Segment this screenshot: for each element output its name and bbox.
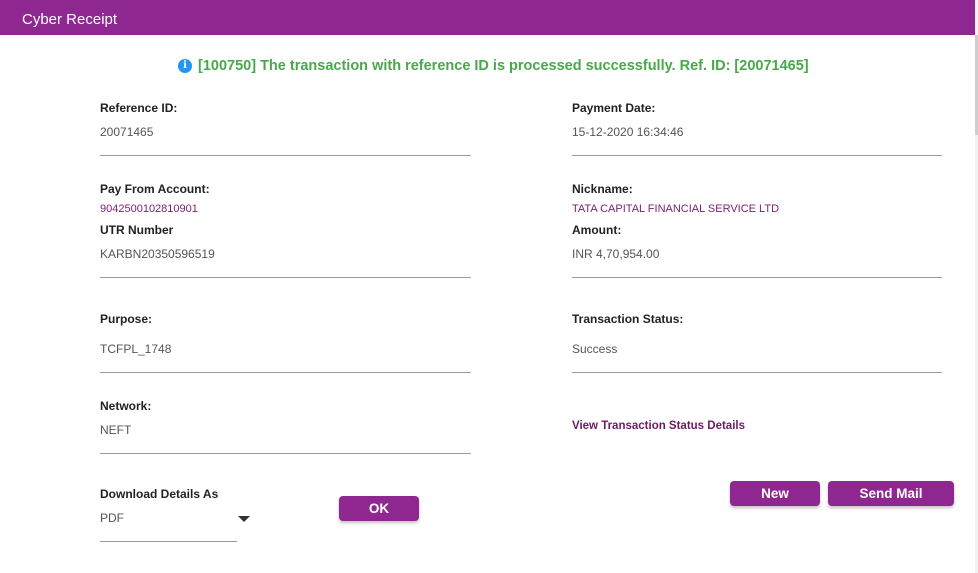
chevron-down-icon [238, 516, 250, 522]
reference-id-label: Reference ID: [100, 101, 178, 115]
transaction-status-value: Success [572, 342, 618, 356]
transaction-status-underline [572, 372, 942, 373]
window-title: Cyber Receipt [22, 11, 118, 28]
network-underline [100, 453, 471, 454]
network-label: Network: [100, 399, 152, 413]
amount-underline [572, 277, 942, 278]
pay-from-account-label: Pay From Account: [100, 182, 210, 196]
download-format-select[interactable]: PDF [100, 506, 250, 542]
payment-date-value: 15-12-2020 16:34:46 [572, 125, 684, 139]
purpose-label: Purpose: [100, 312, 153, 326]
info-icon: i [178, 59, 192, 73]
reference-id-value: 20071465 [100, 125, 154, 139]
new-button[interactable]: New [730, 481, 820, 506]
nickname-value: TATA CAPITAL FINANCIAL SERVICE LTD [572, 203, 780, 215]
download-format-underline [100, 541, 237, 542]
purpose-underline [100, 372, 471, 373]
payment-date-label: Payment Date: [572, 101, 656, 115]
success-banner: i [100750] The transaction with referenc… [178, 56, 809, 76]
amount-label: Amount: [572, 223, 622, 237]
pay-from-account-value: 9042500102810901 [100, 203, 198, 215]
send-mail-button[interactable]: Send Mail [828, 481, 954, 506]
purpose-value: TCFPL_1748 [100, 342, 172, 356]
nickname-label: Nickname: [572, 182, 633, 196]
network-value: NEFT [100, 423, 132, 437]
ok-button[interactable]: OK [339, 496, 419, 521]
utr-number-underline [100, 277, 471, 278]
payment-date-underline [572, 155, 942, 156]
utr-number-value: KARBN20350596519 [100, 247, 215, 261]
download-label: Download Details As [100, 487, 219, 501]
success-message: [100750] The transaction with reference … [198, 58, 809, 74]
title-bar: Cyber Receipt [0, 0, 975, 35]
amount-value: INR 4,70,954.00 [572, 247, 660, 261]
reference-id-underline [100, 155, 471, 156]
utr-number-label: UTR Number [100, 223, 174, 237]
download-format-value: PDF [100, 511, 124, 525]
view-transaction-status-link[interactable]: View Transaction Status Details [572, 420, 745, 432]
transaction-status-label: Transaction Status: [572, 312, 684, 326]
